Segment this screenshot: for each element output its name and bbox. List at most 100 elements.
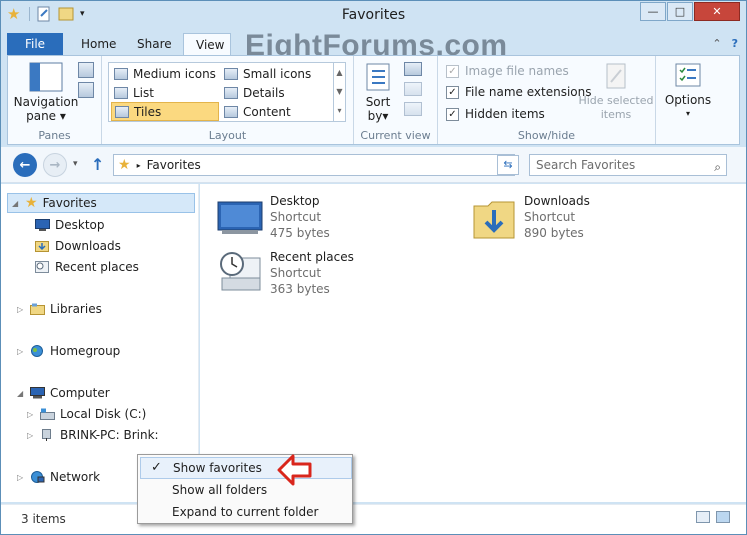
recent-locations-dropdown[interactable]: ▾ [73, 159, 78, 169]
current-view-group-label: Current view [360, 129, 431, 142]
menu-item-label: Show favorites [173, 461, 262, 475]
explorer-window: ★ ▾ Favorites — □ ✕ File Home Share View… [0, 0, 747, 535]
search-box[interactable]: Search Favorites ⌕ [529, 154, 727, 176]
downloads-folder-icon [35, 241, 49, 252]
close-button[interactable]: ✕ [694, 2, 740, 21]
tree-item-homegroup[interactable]: ▷ Homegroup [17, 341, 120, 361]
window-controls: — □ ✕ [640, 2, 740, 21]
tab-file[interactable]: File [7, 33, 63, 55]
expand-arrow-icon[interactable]: ▷ [17, 305, 25, 314]
tree-item-recent-places[interactable]: Recent places [35, 257, 139, 277]
tree-item-label: Network [50, 470, 101, 484]
tab-home[interactable]: Home [69, 33, 128, 55]
file-name-extensions-checkbox[interactable]: ✓ File name extensions [446, 85, 592, 99]
collapse-arrow-icon[interactable]: ◢ [17, 389, 25, 398]
layout-item-label: Tiles [134, 104, 162, 119]
back-button[interactable]: ← [13, 153, 37, 177]
file-name: Recent places [270, 250, 354, 264]
sort-by-button[interactable]: Sort by▾ [360, 62, 396, 123]
refresh-button[interactable]: ⇆ [497, 155, 519, 175]
layout-item-label: Content [243, 104, 291, 119]
details-view-icon[interactable] [696, 511, 710, 523]
image-file-names-checkbox[interactable]: ✓ Image file names [446, 64, 569, 78]
checkbox-icon: ✓ [446, 64, 459, 78]
tree-item-libraries[interactable]: ▷ Libraries [17, 299, 102, 319]
view-option-buttons [404, 62, 422, 116]
expand-arrow-icon[interactable]: ▷ [17, 347, 25, 356]
sort-by-icon [366, 63, 390, 91]
menu-item-expand-to-current-folder[interactable]: Expand to current folder [140, 501, 352, 523]
tree-item-label: Downloads [55, 239, 121, 253]
layout-gallery-scroll[interactable]: ▲ ▼ ▾ [333, 63, 345, 121]
details-pane-icon[interactable] [78, 82, 94, 98]
collapse-arrow-icon[interactable]: ◢ [12, 199, 20, 208]
red-arrow-icon [277, 454, 312, 486]
tree-item-downloads[interactable]: Downloads [35, 236, 121, 256]
expand-arrow-icon[interactable]: ▷ [27, 431, 35, 440]
tree-item-local-disk[interactable]: ▷ Local Disk (C:) [27, 404, 146, 424]
tree-item-label: Computer [50, 386, 110, 400]
tree-item-computer[interactable]: ◢ Computer [17, 383, 110, 403]
navigation-pane-button[interactable]: Navigation pane ▾ [12, 62, 80, 123]
file-tile-downloads[interactable]: Downloads Shortcut 890 bytes [470, 192, 710, 246]
checkmark-icon: ✓ [151, 460, 162, 475]
file-size: 475 bytes [270, 226, 330, 240]
file-tile-desktop[interactable]: Desktop Shortcut 475 bytes [216, 192, 456, 246]
up-arrow-icon[interactable]: ↑ [91, 155, 104, 174]
item-count: 3 items [21, 512, 66, 526]
file-tile-recent-places[interactable]: Recent places Shortcut 363 bytes [216, 248, 456, 302]
homegroup-icon [31, 345, 43, 357]
navigation-pane-icon [29, 62, 63, 92]
file-size: 890 bytes [524, 226, 584, 240]
small-icons-icon [224, 67, 238, 80]
window-title: Favorites [341, 7, 406, 23]
breadcrumb-separator-icon[interactable]: ▸ [137, 161, 141, 170]
medium-icons-icon [114, 67, 128, 80]
status-bar: 3 items [1, 504, 746, 534]
size-columns-icon[interactable] [404, 102, 422, 116]
menu-item-show-favorites[interactable]: ✓ Show favorites [140, 457, 352, 479]
forward-button[interactable]: → [43, 153, 67, 177]
tree-item-network[interactable]: ▷ Network [17, 467, 100, 487]
tab-view[interactable]: View [183, 33, 231, 57]
layout-details[interactable]: Details [221, 83, 331, 102]
tree-item-label: Recent places [55, 260, 139, 274]
tree-item-label: Favorites [42, 196, 97, 210]
view-switcher [696, 511, 730, 523]
hide-selected-icon [606, 63, 626, 89]
layout-group-label: Layout [208, 129, 247, 142]
menu-item-show-all-folders[interactable]: Show all folders [140, 479, 352, 501]
current-view-group: Sort by▾ Current view [354, 56, 438, 144]
breadcrumb-location[interactable]: Favorites [147, 158, 201, 172]
minimize-button[interactable]: — [640, 2, 666, 21]
address-bar[interactable]: ★ ▸ Favorites ▾ [113, 154, 515, 176]
hide-selected-items-button[interactable]: Hide selected items [578, 62, 654, 122]
help-icon[interactable]: ? [732, 37, 738, 50]
options-label: Options [664, 93, 712, 107]
menu-item-label: Expand to current folder [172, 505, 319, 519]
options-button[interactable]: Options ▾ [660, 62, 716, 121]
minimize-ribbon-icon[interactable]: ⌃ [712, 37, 721, 50]
checkbox-icon: ✓ [446, 85, 459, 99]
search-icon[interactable]: ⌕ [714, 157, 721, 177]
layout-content[interactable]: Content [221, 102, 331, 121]
layout-small-icons[interactable]: Small icons [221, 64, 331, 83]
layout-medium-icons[interactable]: Medium icons [111, 64, 221, 83]
layout-tiles[interactable]: Tiles [111, 102, 219, 121]
group-by-icon[interactable] [404, 62, 422, 76]
layout-list[interactable]: List [111, 83, 221, 102]
large-icons-view-icon[interactable] [716, 511, 730, 523]
hidden-items-checkbox[interactable]: ✓ Hidden items [446, 107, 545, 121]
local-disk-icon [40, 408, 55, 420]
desktop-icon [217, 201, 263, 234]
add-columns-icon[interactable] [404, 82, 422, 96]
navigation-bar: ← → ▾ ↑ ★ ▸ Favorites ▾ ⇆ Search Favorit… [1, 147, 746, 183]
maximize-button[interactable]: □ [667, 2, 693, 21]
preview-pane-icon[interactable] [78, 62, 94, 78]
tab-share[interactable]: Share [125, 33, 184, 55]
expand-arrow-icon[interactable]: ▷ [27, 410, 35, 419]
tree-item-desktop[interactable]: Desktop [35, 215, 105, 235]
tree-item-favorites[interactable]: ◢ ★ Favorites [7, 193, 195, 213]
tree-item-brink-pc[interactable]: ▷ BRINK-PC: Brink: [27, 425, 159, 445]
expand-arrow-icon[interactable]: ▷ [17, 473, 25, 482]
